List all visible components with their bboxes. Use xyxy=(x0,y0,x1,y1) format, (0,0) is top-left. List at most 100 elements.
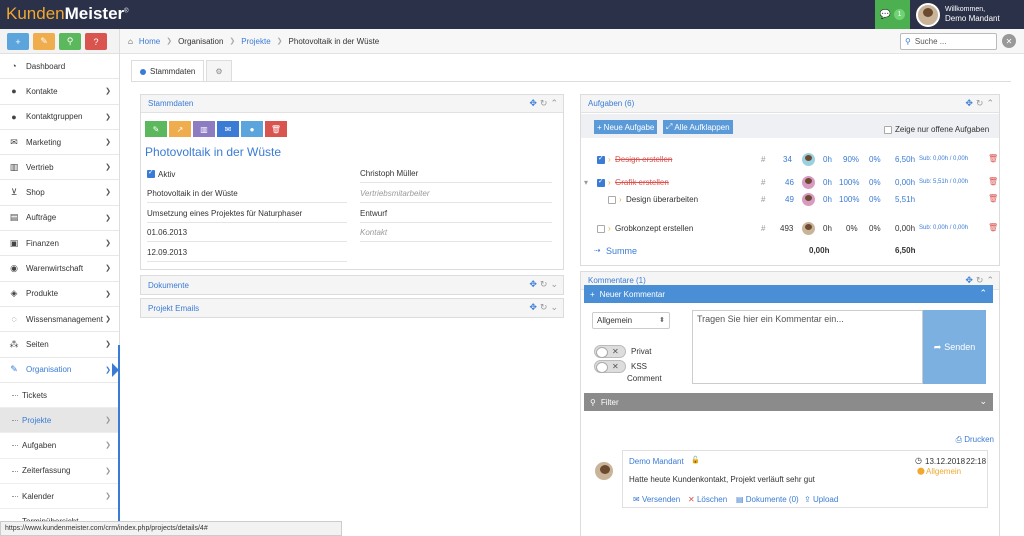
move-icon[interactable]: ✥ xyxy=(529,98,537,109)
documents-header[interactable]: Dokumente ✥ ↻ ⌄ xyxy=(141,276,563,294)
edit-button[interactable]: ✎ xyxy=(145,121,167,137)
move-icon[interactable]: ✥ xyxy=(529,279,537,290)
upload-link[interactable]: ⇪ Upload xyxy=(804,495,838,504)
task-row[interactable]: ▾ › Grafik erstellen # 46 0h 100% 0% 0,0… xyxy=(581,175,998,191)
expand-all-button[interactable]: ⤢ Alle Aufklappen xyxy=(663,120,733,134)
chevron-down-icon[interactable]: ⌄ xyxy=(550,279,558,290)
owner-field[interactable]: Christoph Müller xyxy=(360,165,552,183)
filter-bar[interactable]: ⚲ Filter ⌄ xyxy=(584,393,993,411)
sidebar-item-organisation[interactable]: ✎ Organisation ❯ xyxy=(0,358,119,383)
user-button[interactable]: ● xyxy=(241,121,263,137)
refresh-icon[interactable]: ↻ xyxy=(540,279,548,290)
expand-icon: ⤢ xyxy=(666,122,673,131)
document-icon: ▤ xyxy=(736,495,746,504)
sidebar-subitem-tickets[interactable]: Tickets xyxy=(0,382,119,409)
status-field[interactable]: Entwurf xyxy=(360,205,552,223)
refresh-icon[interactable]: ↻ xyxy=(976,98,984,109)
sidebar-item-kontakte[interactable]: ● Kontakte ❯ xyxy=(0,79,119,105)
task-row[interactable]: › Grobkonzept erstellen # 493 0h 0% 0% 0… xyxy=(581,221,998,237)
contact-field[interactable]: Kontakt xyxy=(360,224,552,242)
open-tasks-only-checkbox[interactable]: Zeige nur offene Aufgaben xyxy=(884,125,989,134)
tasks-header: Aufgaben (6) ✥ ↻ ⌃ xyxy=(581,95,999,113)
search-input[interactable]: ⚲ Suche ... xyxy=(900,33,997,50)
sidebar-item-shop[interactable]: ⊻ Shop ❯ xyxy=(0,180,119,206)
comment-textarea[interactable]: Tragen Sie hier ein Kommentar ein... xyxy=(692,310,923,384)
move-icon[interactable]: ✥ xyxy=(529,302,537,313)
sidebar-subitem-aufgaben[interactable]: Aufgaben ❯ xyxy=(0,433,119,459)
stats-button[interactable]: ▥ xyxy=(193,121,215,137)
send-comment-link[interactable]: ✉ Versenden xyxy=(633,495,680,504)
user-menu[interactable]: Willkommen, Demo Mandant xyxy=(912,0,1024,29)
sidebar-subitem-kalender[interactable]: Kalender ❯ xyxy=(0,484,119,510)
comment-author[interactable]: Demo Mandant xyxy=(629,457,684,466)
emails-header[interactable]: Projekt Emails ✥ ↻ ⌄ xyxy=(141,299,563,317)
checkbox-icon xyxy=(147,168,155,178)
chat-icon[interactable]: ✎ xyxy=(33,33,55,50)
active-checkbox[interactable]: Aktiv xyxy=(147,165,347,183)
comment-date: 13.12.2018 xyxy=(925,457,966,466)
task-name[interactable]: Design überarbeiten xyxy=(626,195,698,204)
project-name-field[interactable]: Photovoltaik in der Wüste xyxy=(147,185,347,203)
help-icon[interactable]: ? xyxy=(85,33,107,50)
sidebar-item-produkte[interactable]: ◈ Produkte ❯ xyxy=(0,282,119,307)
notifications-button[interactable]: 💬 1 xyxy=(875,0,910,29)
sidebar-item-kontaktgruppen[interactable]: ● Kontaktgruppen ❯ xyxy=(0,105,119,130)
sidebar-item-warenwirtschaft[interactable]: ◉ Warenwirtschaft ❯ xyxy=(0,256,119,282)
task-name[interactable]: Grafik erstellen xyxy=(615,178,669,187)
brand-logo[interactable]: KundenMeister® xyxy=(6,4,129,24)
trash-icon[interactable]: 🗑 xyxy=(988,177,998,186)
chart-button[interactable]: ↗ xyxy=(169,121,191,137)
sidebar-subitem-zeiterfassung[interactable]: Zeiterfassung ❯ xyxy=(0,458,119,485)
sidebar-item-seiten[interactable]: ⁂ Seiten ❯ xyxy=(0,332,119,358)
print-link[interactable]: ⎙ Drucken xyxy=(956,435,994,445)
notification-count: 1 xyxy=(894,9,906,20)
search-icon[interactable]: ⚲ xyxy=(59,33,81,50)
move-icon[interactable]: ✥ xyxy=(965,98,973,109)
tab-settings[interactable]: ⚙ xyxy=(206,60,232,82)
task-row[interactable]: › Design überarbeiten # 49 0h 100% 0% 5,… xyxy=(581,192,998,208)
new-task-button[interactable]: + Neue Aufgabe xyxy=(594,120,658,134)
comment-category-select[interactable]: Allgemein xyxy=(592,312,670,329)
trash-icon[interactable]: 🗑 xyxy=(988,194,998,203)
caret-down-icon[interactable]: ▾ xyxy=(584,178,588,187)
delete-comment-link[interactable]: ✕ Löschen xyxy=(688,495,727,504)
plus-icon[interactable]: + xyxy=(7,33,29,50)
breadcrumb-projekte[interactable]: Projekte xyxy=(241,37,270,46)
arrow-icon: ⇢ xyxy=(594,246,601,255)
privat-toggle[interactable] xyxy=(594,345,626,358)
breadcrumb-home[interactable]: Home xyxy=(139,37,160,46)
trash-icon[interactable]: 🗑 xyxy=(988,223,998,232)
task-name[interactable]: Grobkonzept erstellen xyxy=(615,224,693,233)
send-button[interactable]: ➦ Senden xyxy=(923,310,986,384)
project-description-field[interactable]: Umsetzung eines Projektes für Naturphase… xyxy=(147,205,347,223)
kss-label: KSS xyxy=(631,362,648,371)
chevron-down-icon[interactable]: ⌄ xyxy=(550,302,558,313)
sidebar-item-marketing[interactable]: ✉ Marketing ❯ xyxy=(0,130,119,156)
chevron-up-icon[interactable]: ⌃ xyxy=(986,98,994,109)
documents-link[interactable]: ▤ Dokumente (0) xyxy=(736,495,799,504)
breadcrumb-current: Photovoltaik in der Wüste xyxy=(288,36,380,46)
chevron-up-icon[interactable]: ⌃ xyxy=(550,98,558,109)
sidebar-item-wissensmanagement[interactable]: ◌ Wissensmanagement ❯ xyxy=(0,307,119,333)
sidebar-subitem-projekte[interactable]: Projekte ❯ xyxy=(0,408,119,434)
email-button[interactable]: ✉ xyxy=(217,121,239,137)
clear-search-icon[interactable]: ✕ xyxy=(1002,34,1016,48)
new-comment-header[interactable]: + Neuer Kommentar ⌃ xyxy=(584,285,993,303)
stammdaten-header: Stammdaten ✥ ↻ ⌃ xyxy=(141,95,563,113)
refresh-icon[interactable]: ↻ xyxy=(540,98,548,109)
tab-stammdaten[interactable]: Stammdaten xyxy=(131,60,205,82)
start-date-field[interactable]: 01.06.2013 xyxy=(147,224,347,242)
sidebar-item-auftraege[interactable]: ▤ Aufträge ❯ xyxy=(0,206,119,232)
trash-icon[interactable]: 🗑 xyxy=(988,154,998,163)
sidebar-item-finanzen[interactable]: ▣ Finanzen ❯ xyxy=(0,231,119,257)
checkbox-icon xyxy=(597,177,605,187)
task-name[interactable]: Design erstellen xyxy=(615,155,672,164)
kss-toggle[interactable] xyxy=(594,360,626,373)
delete-button[interactable]: 🗑 xyxy=(265,121,287,137)
task-row[interactable]: › Design erstellen # 34 0h 90% 0% 6,50h … xyxy=(581,152,998,168)
sidebar-item-dashboard[interactable]: ◔ Dashboard xyxy=(0,54,119,80)
sidebar-item-vertrieb[interactable]: ▥ Vertrieb ❯ xyxy=(0,155,119,181)
end-date-field[interactable]: 12.09.2013 xyxy=(147,244,347,262)
refresh-icon[interactable]: ↻ xyxy=(540,302,548,313)
sales-rep-field[interactable]: Vertriebsmitarbeiter xyxy=(360,185,552,203)
